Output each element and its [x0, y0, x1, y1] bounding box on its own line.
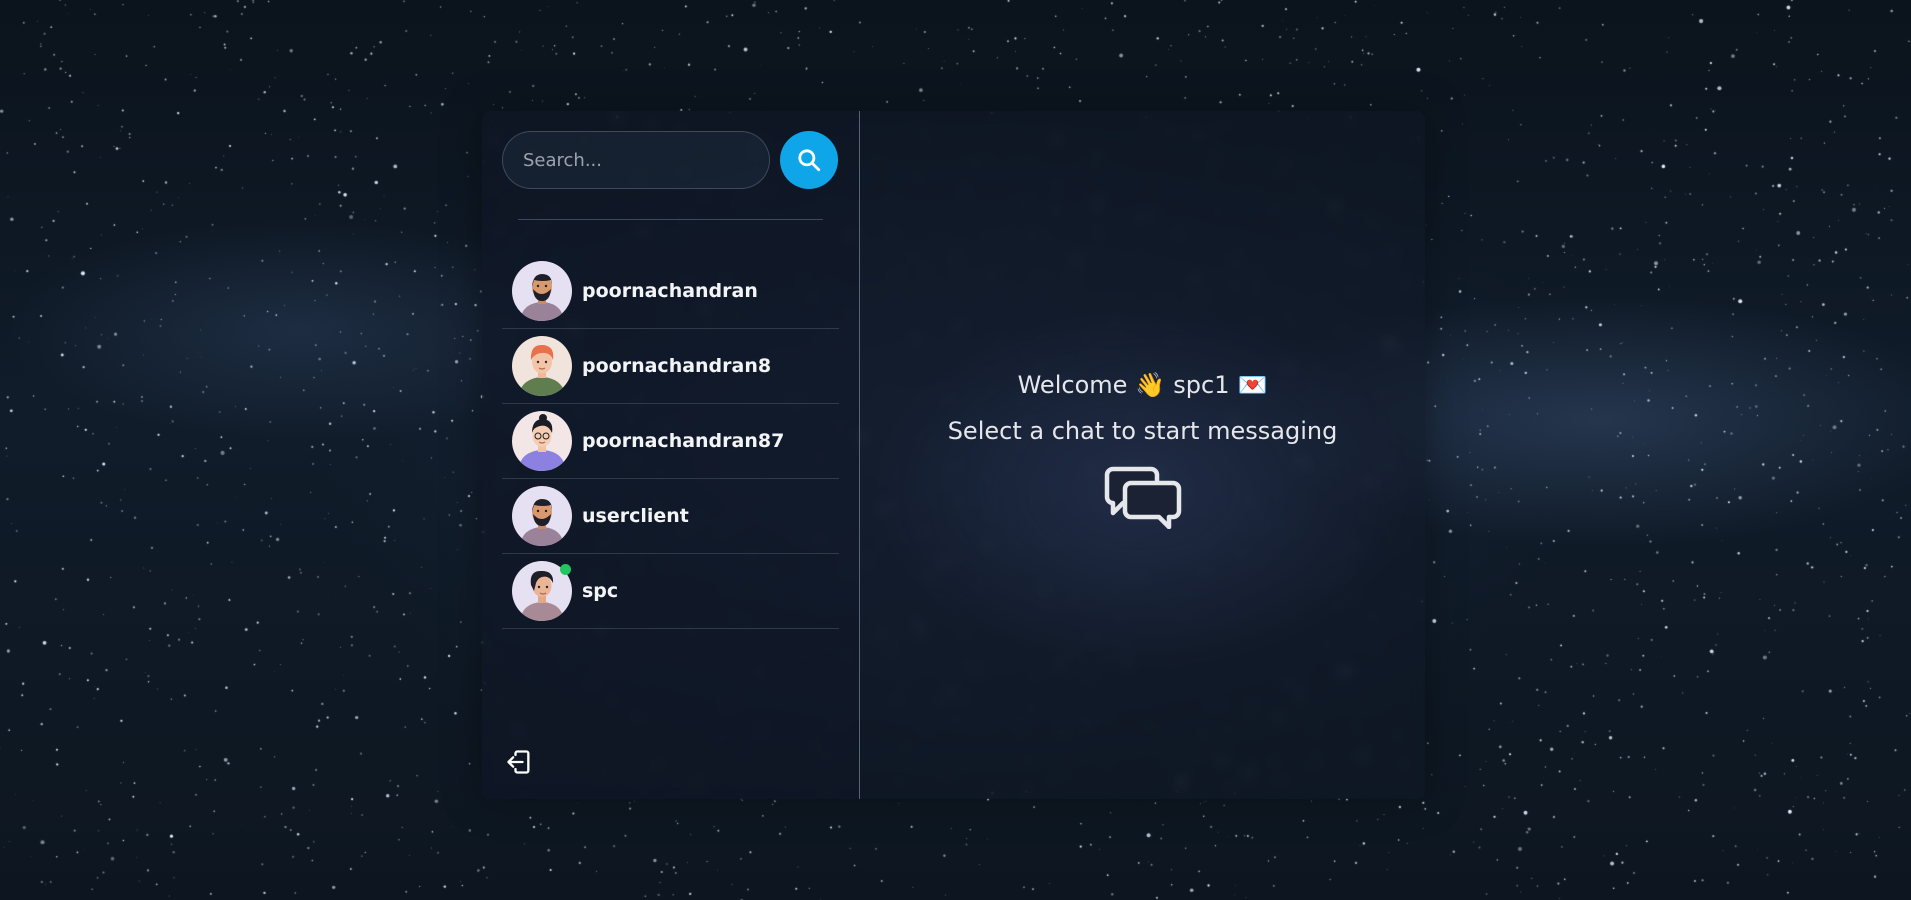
- avatar-glasses-man-icon: [512, 411, 572, 471]
- user-name: poornachandran87: [582, 430, 785, 452]
- search-icon: [798, 149, 821, 172]
- avatar-container: [512, 411, 572, 471]
- logout-button[interactable]: [504, 747, 534, 777]
- avatar-container: [512, 561, 572, 621]
- avatar-redhead-man-icon: [512, 336, 572, 396]
- user-name: userclient: [582, 505, 689, 527]
- sidebar: poornachandran poornachandran8: [482, 111, 860, 799]
- user-item[interactable]: poornachandran87: [502, 404, 839, 479]
- avatar-container: [512, 336, 572, 396]
- welcome-message: Welcome 👋 spc1 💌: [1018, 371, 1268, 399]
- logout-icon: [507, 750, 530, 774]
- avatar-container: [512, 486, 572, 546]
- avatar-bearded-man-icon: [512, 261, 572, 321]
- user-name: poornachandran8: [582, 355, 772, 377]
- avatar-container: [512, 261, 572, 321]
- welcome-prefix: Welcome: [1017, 371, 1128, 399]
- user-list: poornachandran poornachandran8 poornacha…: [502, 254, 839, 629]
- chat-app-panel: poornachandran poornachandran8: [482, 111, 1425, 799]
- user-name: spc: [582, 580, 619, 602]
- chat-bubbles-icon: [1104, 466, 1181, 529]
- divider: [518, 219, 823, 220]
- user-name: poornachandran: [582, 280, 758, 302]
- user-item[interactable]: poornachandran: [502, 254, 839, 329]
- wave-emoji-icon: 👋: [1135, 371, 1166, 399]
- chat-welcome-area: Welcome 👋 spc1 💌 Select a chat to start …: [860, 111, 1425, 799]
- welcome-subtitle: Select a chat to start messaging: [947, 417, 1338, 445]
- welcome-username: spc1: [1173, 371, 1230, 399]
- search-form: [502, 131, 839, 189]
- search-input[interactable]: [502, 131, 770, 189]
- online-status-indicator: [560, 564, 571, 575]
- avatar-bearded-man-icon: [512, 486, 572, 546]
- search-button[interactable]: [780, 131, 838, 189]
- love-letter-emoji-icon: 💌: [1237, 371, 1268, 399]
- user-item[interactable]: userclient: [502, 479, 839, 554]
- user-item[interactable]: spc: [502, 554, 839, 629]
- user-item[interactable]: poornachandran8: [502, 329, 839, 404]
